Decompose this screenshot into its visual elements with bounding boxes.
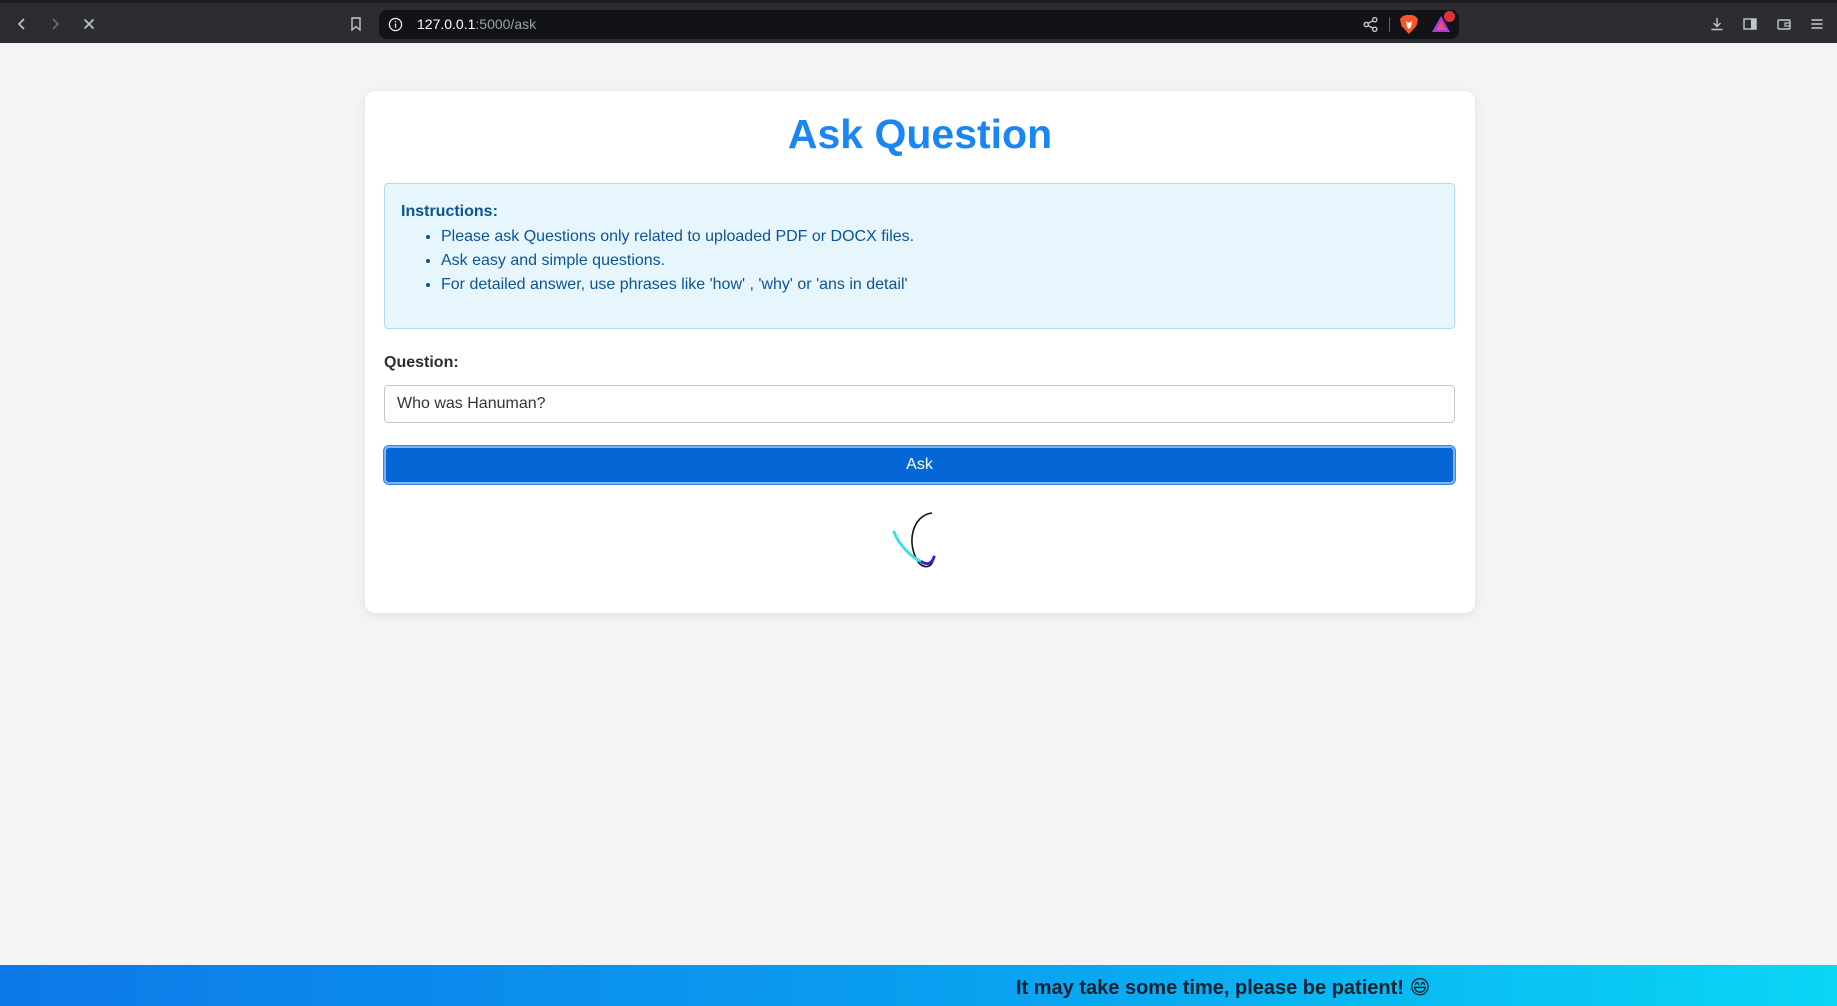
question-input[interactable] (384, 385, 1455, 423)
address-bar[interactable]: 127.0.0.1:5000/ask (379, 10, 1459, 39)
instruction-item: Please ask Questions only related to upl… (441, 227, 914, 251)
address-separator (1389, 17, 1390, 32)
instruction-item: For detailed answer, use phrases like 'h… (441, 275, 914, 299)
menu-icon[interactable] (1805, 12, 1829, 36)
ask-button[interactable]: Ask (384, 446, 1455, 484)
question-label: Question: (384, 354, 459, 371)
forward-icon[interactable] (43, 12, 67, 36)
url-path: :5000/ask (475, 16, 537, 32)
notification-badge (1444, 11, 1455, 22)
url-text[interactable]: 127.0.0.1:5000/ask (417, 16, 536, 32)
wallet-icon[interactable] (1772, 12, 1796, 36)
instructions-list: Please ask Questions only related to upl… (441, 227, 914, 299)
back-icon[interactable] (10, 12, 34, 36)
ask-card: Ask Question Instructions: Please ask Qu… (365, 91, 1475, 613)
stop-icon[interactable] (77, 12, 101, 36)
page-title: Ask Question (787, 111, 1053, 157)
share-icon[interactable] (1362, 16, 1379, 33)
url-host: 127.0.0.1 (417, 16, 476, 32)
download-icon[interactable] (1705, 12, 1729, 36)
instruction-item: Ask easy and simple questions. (441, 251, 914, 275)
patience-banner: It may take some time, please be patient… (0, 965, 1837, 1006)
banner-text: It may take some time, please be patient… (1016, 977, 1431, 999)
sidebar-icon[interactable] (1738, 12, 1762, 36)
info-icon[interactable] (388, 17, 403, 32)
instructions-heading: Instructions: (401, 203, 498, 220)
brave-shield-icon[interactable] (1399, 14, 1419, 35)
loading-spinner-icon (892, 512, 936, 568)
browser-toolbar: 127.0.0.1:5000/ask (0, 0, 1837, 43)
bookmark-icon[interactable] (344, 12, 368, 36)
instructions-box: Instructions: Please ask Questions only … (384, 183, 1455, 329)
